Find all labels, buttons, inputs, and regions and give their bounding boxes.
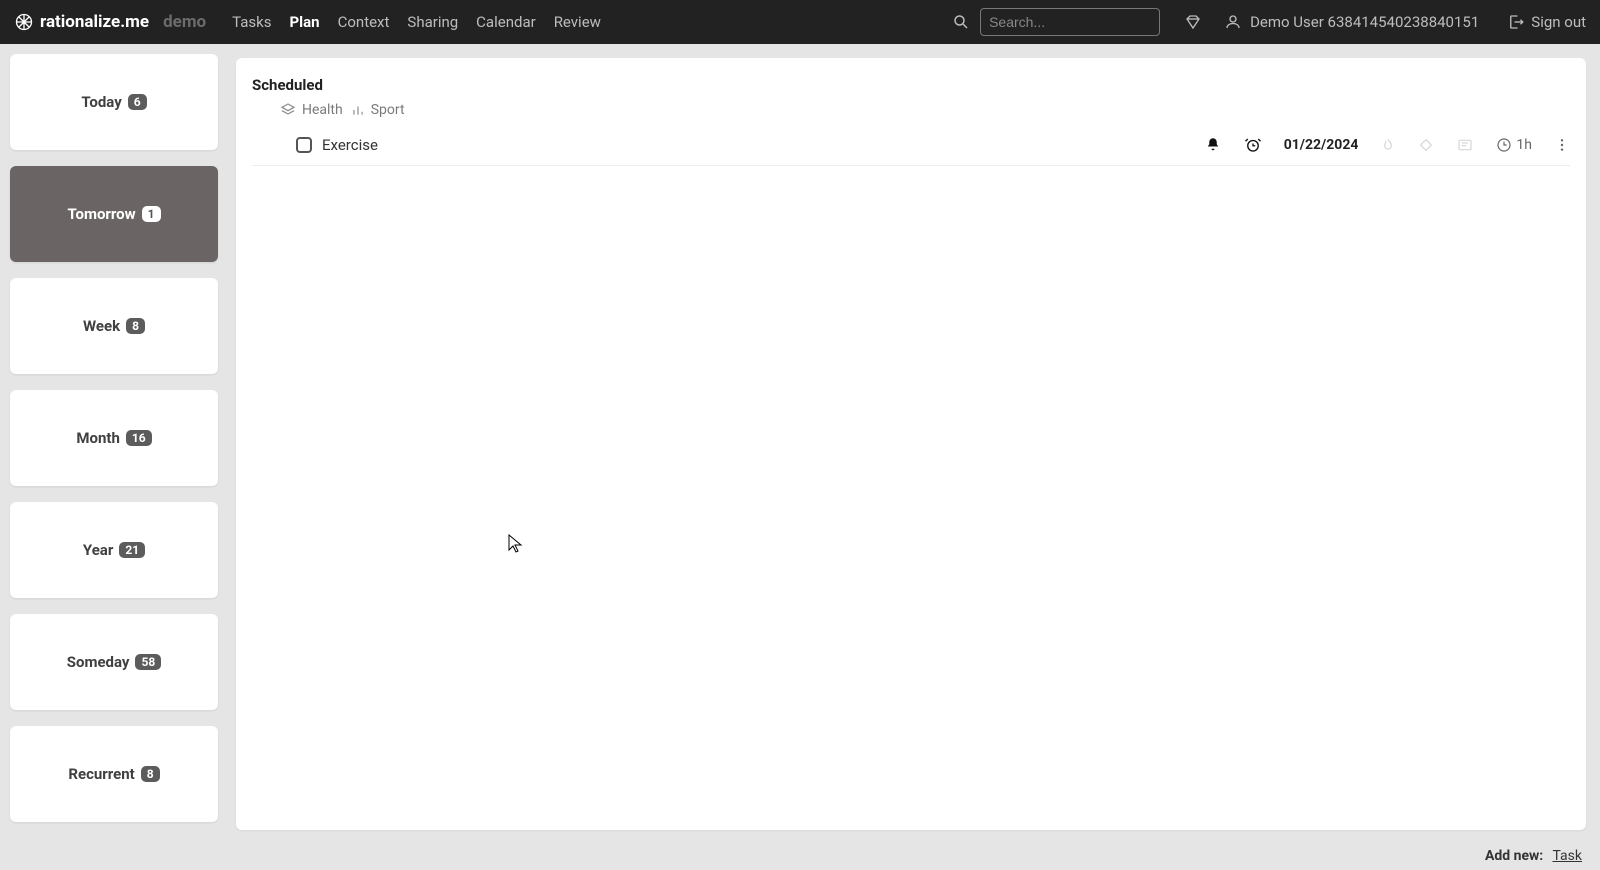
sidebar-item-label: Today [81,93,121,111]
demo-tag: demo [163,12,206,32]
sidebar-item-recurrent[interactable]: Recurrent 8 [10,726,218,822]
signout-label: Sign out [1531,13,1586,31]
nav-tasks[interactable]: Tasks [232,13,271,31]
sidebar-item-year[interactable]: Year 21 [10,502,218,598]
brain-icon [14,12,34,32]
task-date: 01/22/2024 [1284,137,1359,153]
add-new-label: Add new: [1485,848,1543,864]
topbar: rationalize.me demo Tasks Plan Context S… [0,0,1600,44]
sidebar-item-count: 6 [128,94,147,110]
sidebar-item-label: Week [83,317,120,335]
sidebar-item-month[interactable]: Month 16 [10,390,218,486]
user-label[interactable]: Demo User 638414540238840151 [1224,13,1479,31]
more-menu-icon[interactable] [1554,136,1570,154]
sidebar-item-label: Recurrent [68,765,134,783]
sidebar: Today 6 Tomorrow 1 Week 8 Month 16 Year … [0,44,228,870]
nav-sharing[interactable]: Sharing [407,13,458,31]
add-new-bar: Add new: Task [1485,848,1582,864]
nav-plan[interactable]: Plan [290,13,320,31]
sidebar-item-label: Tomorrow [67,205,135,223]
nav-context[interactable]: Context [338,13,390,31]
sidebar-item-count: 1 [142,206,161,222]
signout-icon [1507,13,1525,31]
task-breadcrumb: Health Sport [280,102,1570,118]
search-input[interactable] [980,8,1160,36]
user-icon [1224,13,1242,31]
brand-text: rationalize.me [40,12,149,32]
sidebar-item-count: 21 [119,542,145,558]
sidebar-item-label: Year [83,541,113,559]
nav-review[interactable]: Review [554,13,601,31]
flame-icon[interactable] [1380,137,1396,153]
bar-chart-icon [351,103,365,117]
diamond-icon[interactable] [1184,13,1202,31]
layers-icon [280,102,296,118]
breadcrumb-label: Health [302,102,343,118]
main-panel: Scheduled Health Sport Exercise [236,58,1586,830]
breadcrumb-sport[interactable]: Sport [351,102,405,118]
alarm-clock-icon[interactable] [1244,136,1262,154]
task-checkbox[interactable] [296,137,312,153]
sidebar-item-today[interactable]: Today 6 [10,54,218,150]
sidebar-item-someday[interactable]: Someday 58 [10,614,218,710]
add-new-task-link[interactable]: Task [1552,848,1582,864]
sidebar-item-week[interactable]: Week 8 [10,278,218,374]
sidebar-item-count: 8 [141,766,160,782]
nav-calendar[interactable]: Calendar [476,13,536,31]
diamond-small-icon[interactable] [1418,137,1434,153]
signout-button[interactable]: Sign out [1507,13,1586,31]
breadcrumb-label: Sport [371,102,405,118]
sidebar-item-tomorrow[interactable]: Tomorrow 1 [10,166,218,262]
main-nav: Tasks Plan Context Sharing Calendar Revi… [232,13,601,31]
task-title: Exercise [322,136,378,154]
task-row[interactable]: Exercise 01/22/2024 [252,124,1570,166]
duration-value: 1h [1516,137,1532,153]
sidebar-item-label: Someday [67,653,130,671]
bell-icon[interactable] [1204,136,1222,154]
clock-icon [1496,137,1512,153]
sidebar-item-count: 16 [126,430,152,446]
main-panel-wrap: Scheduled Health Sport Exercise [228,44,1600,870]
sidebar-item-count: 8 [126,318,145,334]
logo[interactable]: rationalize.me [14,12,153,32]
breadcrumb-health[interactable]: Health [280,102,343,118]
sidebar-item-label: Month [76,429,119,447]
user-name: Demo User 638414540238840151 [1250,13,1479,31]
section-title: Scheduled [252,76,1570,94]
task-duration[interactable]: 1h [1496,137,1532,153]
sidebar-item-count: 58 [135,654,161,670]
note-icon[interactable] [1456,137,1474,153]
search-icon[interactable] [952,13,970,31]
